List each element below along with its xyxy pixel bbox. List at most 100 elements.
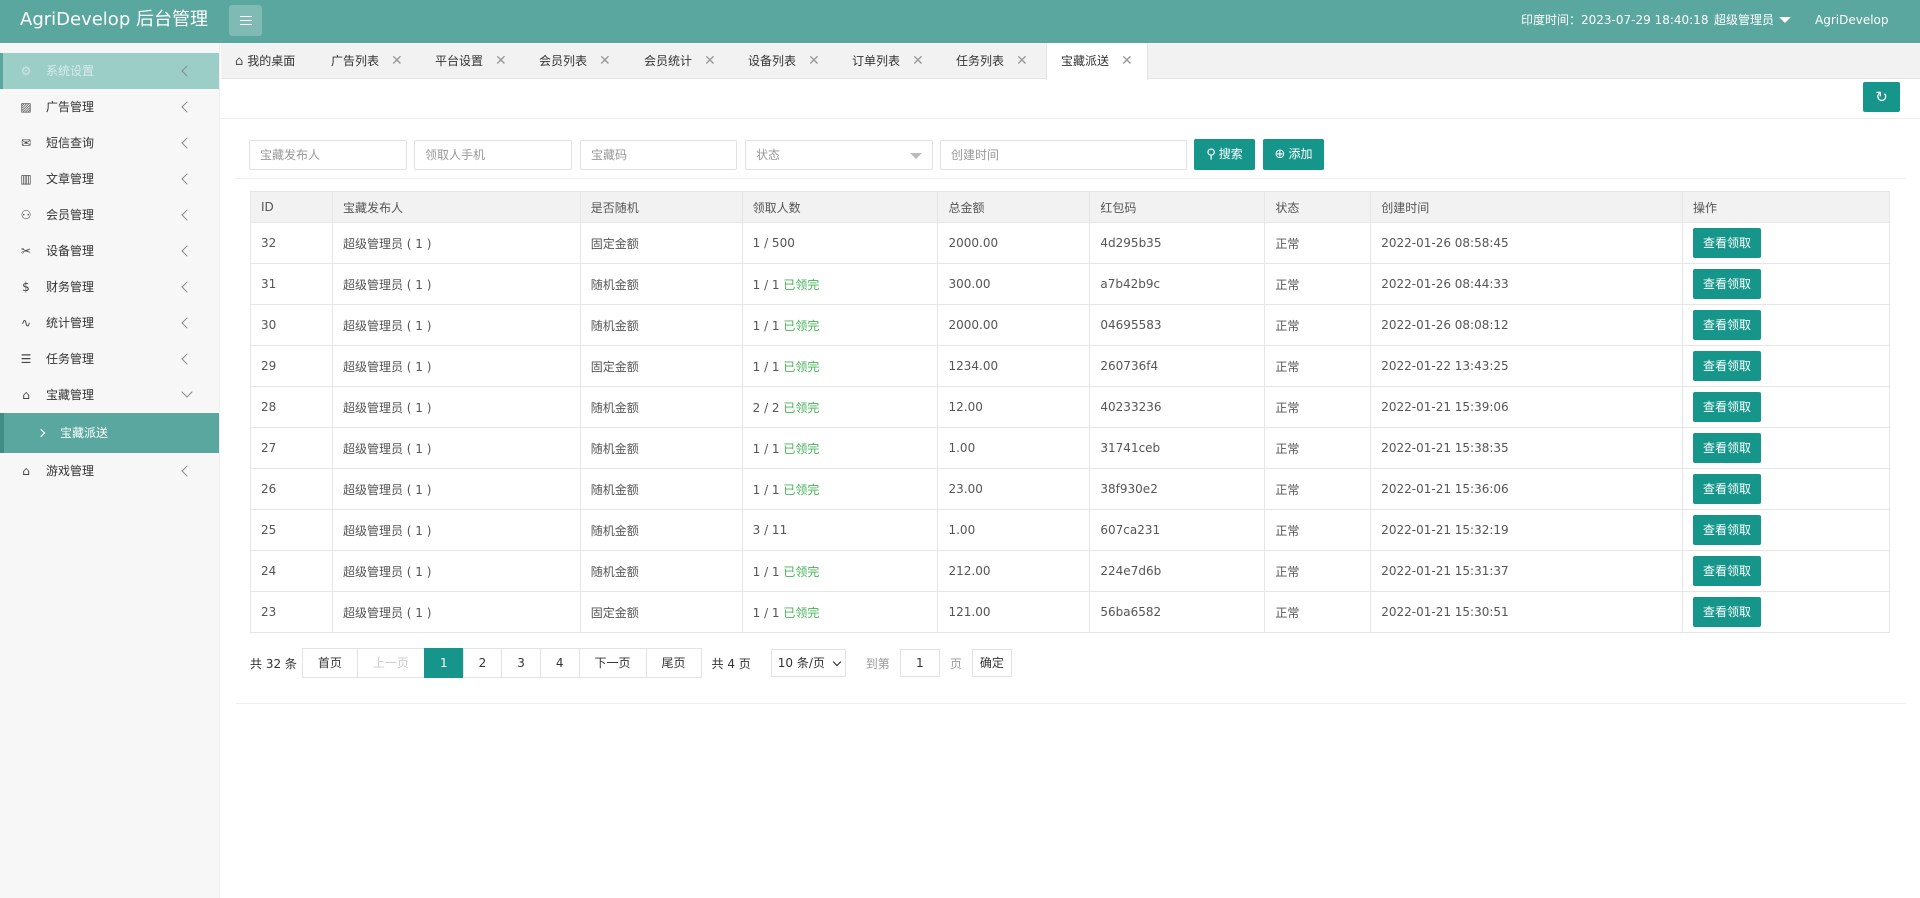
table-row: 30 超级管理员 ( 1 ) 随机金额 1 / 1 已领完 2000.00 0469558…	[250, 304, 1890, 346]
publisher-input[interactable]: 宝藏发布人	[249, 140, 407, 170]
cell-amount: 300.00	[937, 263, 1091, 305]
cell-status: 正常	[1264, 550, 1372, 592]
view-claims-button[interactable]: 查看领取	[1693, 392, 1762, 422]
column-header: ID	[250, 191, 333, 223]
view-claims-button[interactable]: 查看领取	[1693, 351, 1762, 381]
sidebar-item-ad-management[interactable]: ▨ 广告管理	[0, 89, 219, 125]
page-count: 共 4 页	[711, 656, 751, 671]
sidebar-item-treasure-dispatch[interactable]: 宝藏派送	[0, 413, 219, 453]
cell-amount: 2000.00	[937, 304, 1091, 346]
refresh-icon: ↻	[1875, 88, 1888, 106]
view-claims-button[interactable]: 查看领取	[1693, 556, 1762, 586]
cell-action: 查看领取	[1682, 222, 1890, 264]
tab-platform-settings[interactable]: 平台设置 ✕	[435, 43, 507, 79]
tab-order-list[interactable]: 订单列表 ✕	[852, 43, 924, 79]
goto-page-input[interactable]: 1	[899, 649, 940, 677]
sidebar-item-treasure-management[interactable]: ⌂ 宝藏管理	[0, 377, 219, 413]
next-page-button[interactable]: 下一页	[578, 648, 647, 678]
sidebar-item-system-settings[interactable]: ⚙ 系统设置	[0, 53, 219, 89]
page-button-2[interactable]: 2	[462, 648, 503, 678]
tab-member-list[interactable]: 会员列表 ✕	[539, 43, 611, 79]
close-icon[interactable]: ✕	[1016, 43, 1028, 79]
cell-amount: 1.00	[937, 509, 1091, 551]
sidebar-item-game-management[interactable]: ⌂ 游戏管理	[0, 453, 219, 489]
page-button-3[interactable]: 3	[501, 648, 541, 678]
claim-count: 1 / 1	[752, 318, 780, 333]
first-page-button[interactable]: 首页	[301, 648, 358, 678]
tab-ad-list[interactable]: 广告列表 ✕	[331, 43, 403, 79]
column-header: 领取人数	[741, 191, 939, 223]
sidebar-item-article-management[interactable]: ▥ 文章管理	[0, 161, 219, 197]
phone-input[interactable]: 领取人手机	[414, 140, 572, 170]
tab-member-stats[interactable]: 会员统计 ✕	[644, 43, 716, 79]
cell-amount: 23.00	[937, 468, 1091, 510]
page-size-label: 10 条/页	[777, 656, 825, 670]
cell-created-time: 2022-01-21 15:39:06	[1370, 386, 1684, 428]
sidebar-item-stats-management[interactable]: ∿ 统计管理	[0, 305, 219, 341]
close-icon[interactable]: ✕	[912, 43, 924, 79]
user-menu[interactable]: 超级管理员	[1714, 0, 1792, 40]
cell-action: 查看领取	[1682, 468, 1890, 510]
cell-claim-count: 2 / 2 已领完	[741, 386, 939, 428]
cell-created-time: 2022-01-21 15:38:35	[1370, 427, 1684, 469]
cell-id: 23	[250, 591, 333, 633]
sidebar-item-label: 会员管理	[46, 208, 95, 222]
tab-label: 宝藏派送	[1061, 54, 1110, 68]
cell-code: 56ba6582	[1089, 591, 1266, 633]
sidebar-item-finance-management[interactable]: $ 财务管理	[0, 269, 219, 305]
cell-amount: 12.00	[937, 386, 1091, 428]
divider	[236, 178, 1906, 179]
close-icon[interactable]: ✕	[704, 43, 716, 79]
close-icon[interactable]: ✕	[808, 43, 820, 79]
app-logo[interactable]: AgriDevelop 后台管理	[20, 0, 208, 43]
sidebar-item-sms-query[interactable]: ✉ 短信查询	[0, 125, 219, 161]
view-claims-button[interactable]: 查看领取	[1693, 515, 1762, 545]
page-size-select[interactable]: 10 条/页	[770, 649, 846, 677]
add-button[interactable]: ⊕ 添加	[1263, 139, 1324, 170]
sidebar-item-member-management[interactable]: ⚇ 会员管理	[0, 197, 219, 233]
view-claims-button[interactable]: 查看领取	[1693, 269, 1762, 299]
tab-treasure-dispatch[interactable]: 宝藏派送 ✕	[1046, 43, 1148, 80]
cell-created-time: 2022-01-21 15:31:37	[1370, 550, 1684, 592]
view-claims-button[interactable]: 查看领取	[1693, 433, 1762, 463]
close-icon[interactable]: ✕	[391, 43, 403, 79]
search-button[interactable]: ⚲ 搜索	[1194, 139, 1255, 170]
close-icon[interactable]: ✕	[599, 43, 611, 79]
sidebar-item-device-management[interactable]: ✂ 设备管理	[0, 233, 219, 269]
claimed-badge: 已领完	[783, 400, 820, 415]
dollar-icon: $	[22, 280, 30, 294]
cell-status: 正常	[1264, 345, 1372, 387]
tab-label: 广告列表	[331, 54, 380, 68]
view-claims-button[interactable]: 查看领取	[1693, 228, 1762, 258]
tab-device-list[interactable]: 设备列表 ✕	[748, 43, 820, 79]
code-input[interactable]: 宝藏码	[580, 140, 737, 170]
prev-page-button[interactable]: 上一页	[356, 648, 425, 678]
brand-link[interactable]: AgriDevelop	[1815, 0, 1889, 40]
cell-id: 31	[250, 263, 333, 305]
column-header: 总金额	[937, 191, 1091, 223]
cell-status: 正常	[1264, 304, 1372, 346]
created-time-input[interactable]: 创建时间	[940, 140, 1187, 170]
close-icon[interactable]: ✕	[1121, 43, 1133, 79]
page-button-1[interactable]: 1	[423, 648, 464, 678]
view-claims-button[interactable]: 查看领取	[1693, 310, 1762, 340]
view-claims-button[interactable]: 查看领取	[1693, 597, 1762, 627]
last-page-button[interactable]: 尾页	[645, 648, 702, 678]
divider	[221, 118, 1920, 119]
tab-task-list[interactable]: 任务列表 ✕	[956, 43, 1028, 79]
menu-toggle-button[interactable]	[229, 5, 262, 36]
tab-label: 会员列表	[539, 54, 588, 68]
page-button-4[interactable]: 4	[539, 648, 580, 678]
sidebar-item-task-management[interactable]: ☰ 任务管理	[0, 341, 219, 377]
sidebar-item-label: 短信查询	[46, 136, 95, 150]
refresh-button[interactable]: ↻	[1863, 82, 1900, 112]
tab-desktop[interactable]: ⌂ 我的桌面	[235, 43, 295, 79]
table-header-row: ID 宝藏发布人 是否随机 领取人数 总金额 红包码 状态 创建时间 操作	[250, 191, 1890, 223]
cell-action: 查看领取	[1682, 304, 1890, 346]
status-select[interactable]: 状态	[745, 140, 933, 170]
image-icon: ▨	[20, 100, 32, 114]
view-claims-button[interactable]: 查看领取	[1693, 474, 1762, 504]
goto-confirm-button[interactable]: 确定	[971, 649, 1012, 677]
cell-created-time: 2022-01-26 08:44:33	[1370, 263, 1684, 305]
close-icon[interactable]: ✕	[495, 43, 507, 79]
